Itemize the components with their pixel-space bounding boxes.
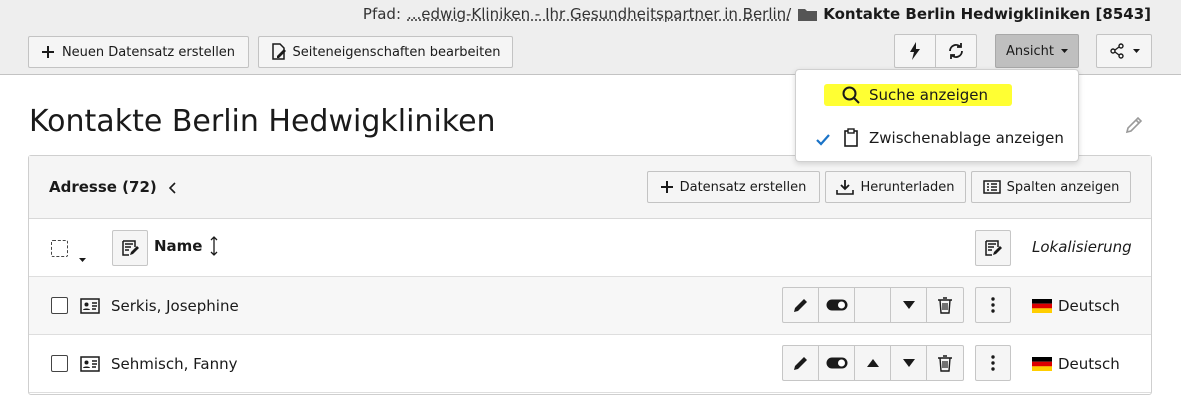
move-up-placeholder [855, 288, 891, 322]
record-name[interactable]: Serkis, Josephine [111, 297, 239, 315]
record-language: Deutsch [1032, 297, 1120, 315]
table-row: Sehmisch, Fanny Deutsch [29, 335, 1151, 393]
edit-column-button[interactable] [112, 230, 148, 266]
edit-page-label: Seiteneigenschaften bearbeiten [292, 44, 501, 60]
clear-cache-button[interactable] [894, 34, 936, 68]
sort-icon[interactable] [210, 236, 218, 260]
lightning-icon [909, 42, 921, 60]
more-actions-button[interactable] [975, 287, 1011, 323]
plus-icon [41, 46, 54, 58]
german-flag-icon [1032, 357, 1052, 371]
row-checkbox[interactable] [51, 355, 68, 372]
address-card-icon[interactable] [80, 298, 100, 318]
ellipsis-vertical-icon [991, 297, 995, 313]
move-down-button[interactable] [891, 346, 927, 380]
path-current: Kontakte Berlin Hedwigkliniken [8543] [823, 5, 1151, 23]
toggle-visibility-button[interactable] [819, 346, 855, 380]
pencil-icon [793, 299, 807, 312]
doc-header: Pfad: ...edwig-Kliniken - Ihr Gesundheit… [0, 0, 1181, 75]
show-columns-button[interactable]: Spalten anzeigen [971, 171, 1131, 203]
download-label: Herunterladen [860, 179, 955, 195]
collapse-chevron-icon[interactable] [168, 179, 177, 198]
refresh-icon [947, 42, 965, 60]
view-label: Ansicht [1005, 43, 1054, 59]
download-icon [836, 179, 855, 195]
columns-icon [982, 180, 1001, 194]
share-icon [1109, 43, 1125, 59]
row-checkbox[interactable] [51, 297, 68, 314]
move-down-button[interactable] [891, 288, 927, 322]
record-list-panel: Adresse (72) Datensatz erstellen Herunte… [28, 155, 1152, 395]
plus-icon [660, 181, 673, 193]
language-label: Deutsch [1058, 355, 1120, 373]
pencil-icon [793, 357, 807, 370]
caret-down-icon [1061, 49, 1068, 53]
page-edit-icon [271, 43, 287, 61]
caret-up-icon [866, 359, 879, 367]
show-clipboard-label: Zwischenablage anzeigen [869, 129, 1064, 147]
delete-button[interactable] [927, 346, 963, 380]
row-actions [782, 345, 964, 381]
search-icon [842, 86, 860, 108]
menu-item-show-clipboard[interactable]: Zwischenablage anzeigen [796, 121, 1078, 155]
download-button[interactable]: Herunterladen [825, 171, 966, 203]
edit-columns-icon [122, 240, 139, 256]
trash-icon [938, 296, 952, 314]
panel-header: Adresse (72) Datensatz erstellen Herunte… [29, 156, 1151, 219]
column-localization-header: Lokalisierung [1032, 238, 1132, 256]
record-name[interactable]: Sehmisch, Fanny [111, 355, 237, 373]
more-actions-button[interactable] [975, 345, 1011, 381]
row-actions [782, 287, 964, 323]
reload-button[interactable] [935, 34, 977, 68]
edit-columns-icon [985, 240, 1002, 256]
clipboard-icon [844, 128, 858, 151]
address-card-icon[interactable] [80, 356, 100, 376]
page-title: Kontakte Berlin Hedwigkliniken [29, 104, 496, 139]
edit-page-properties-button[interactable]: Seiteneigenschaften bearbeiten [258, 36, 513, 68]
caret-down-icon [902, 301, 915, 309]
record-language: Deutsch [1032, 355, 1120, 373]
view-dropdown-menu: Suche anzeigen Zwischenablage anzeigen [795, 69, 1079, 162]
show-columns-label: Spalten anzeigen [1006, 179, 1120, 195]
new-record-button[interactable]: Neuen Datensatz erstellen [28, 36, 249, 68]
new-record-label: Neuen Datensatz erstellen [61, 44, 236, 60]
select-all-checkbox[interactable] [51, 240, 68, 257]
delete-button[interactable] [927, 288, 963, 322]
edit-localization-column-button[interactable] [975, 230, 1011, 266]
german-flag-icon [1032, 299, 1052, 313]
caret-down-icon [1132, 49, 1140, 53]
ellipsis-vertical-icon [991, 355, 995, 371]
path-link[interactable]: ...edwig-Kliniken - Ihr Gesundheitspartn… [407, 5, 791, 23]
edit-button[interactable] [783, 346, 819, 380]
table-row: Serkis, Josephine Deutsch [29, 277, 1151, 335]
view-menu-button[interactable]: Ansicht [995, 34, 1079, 68]
language-label: Deutsch [1058, 297, 1120, 315]
folder-icon [798, 9, 818, 21]
pencil-icon[interactable] [1125, 115, 1144, 138]
toggle-icon [826, 299, 847, 311]
column-name-header[interactable]: Name [154, 237, 202, 255]
show-search-label: Suche anzeigen [869, 86, 989, 104]
create-record-button[interactable]: Datensatz erstellen [647, 171, 820, 203]
path-label: Pfad: [362, 5, 401, 23]
move-up-button[interactable] [855, 346, 891, 380]
checkmark-icon [816, 132, 830, 150]
edit-button[interactable] [783, 288, 819, 322]
share-menu-button[interactable] [1096, 34, 1152, 68]
caret-down-icon[interactable] [79, 247, 86, 266]
table-heading: Adresse (72) [49, 178, 157, 196]
toggle-visibility-button[interactable] [819, 288, 855, 322]
caret-down-icon [902, 359, 915, 367]
column-header-row: Name Lokalisierung [29, 219, 1151, 277]
menu-item-show-search[interactable]: Suche anzeigen [796, 78, 1078, 112]
trash-icon [938, 354, 952, 372]
create-record-label: Datensatz erstellen [679, 179, 807, 195]
breadcrumb: Pfad: ...edwig-Kliniken - Ihr Gesundheit… [363, 5, 1151, 23]
toggle-icon [826, 357, 847, 369]
